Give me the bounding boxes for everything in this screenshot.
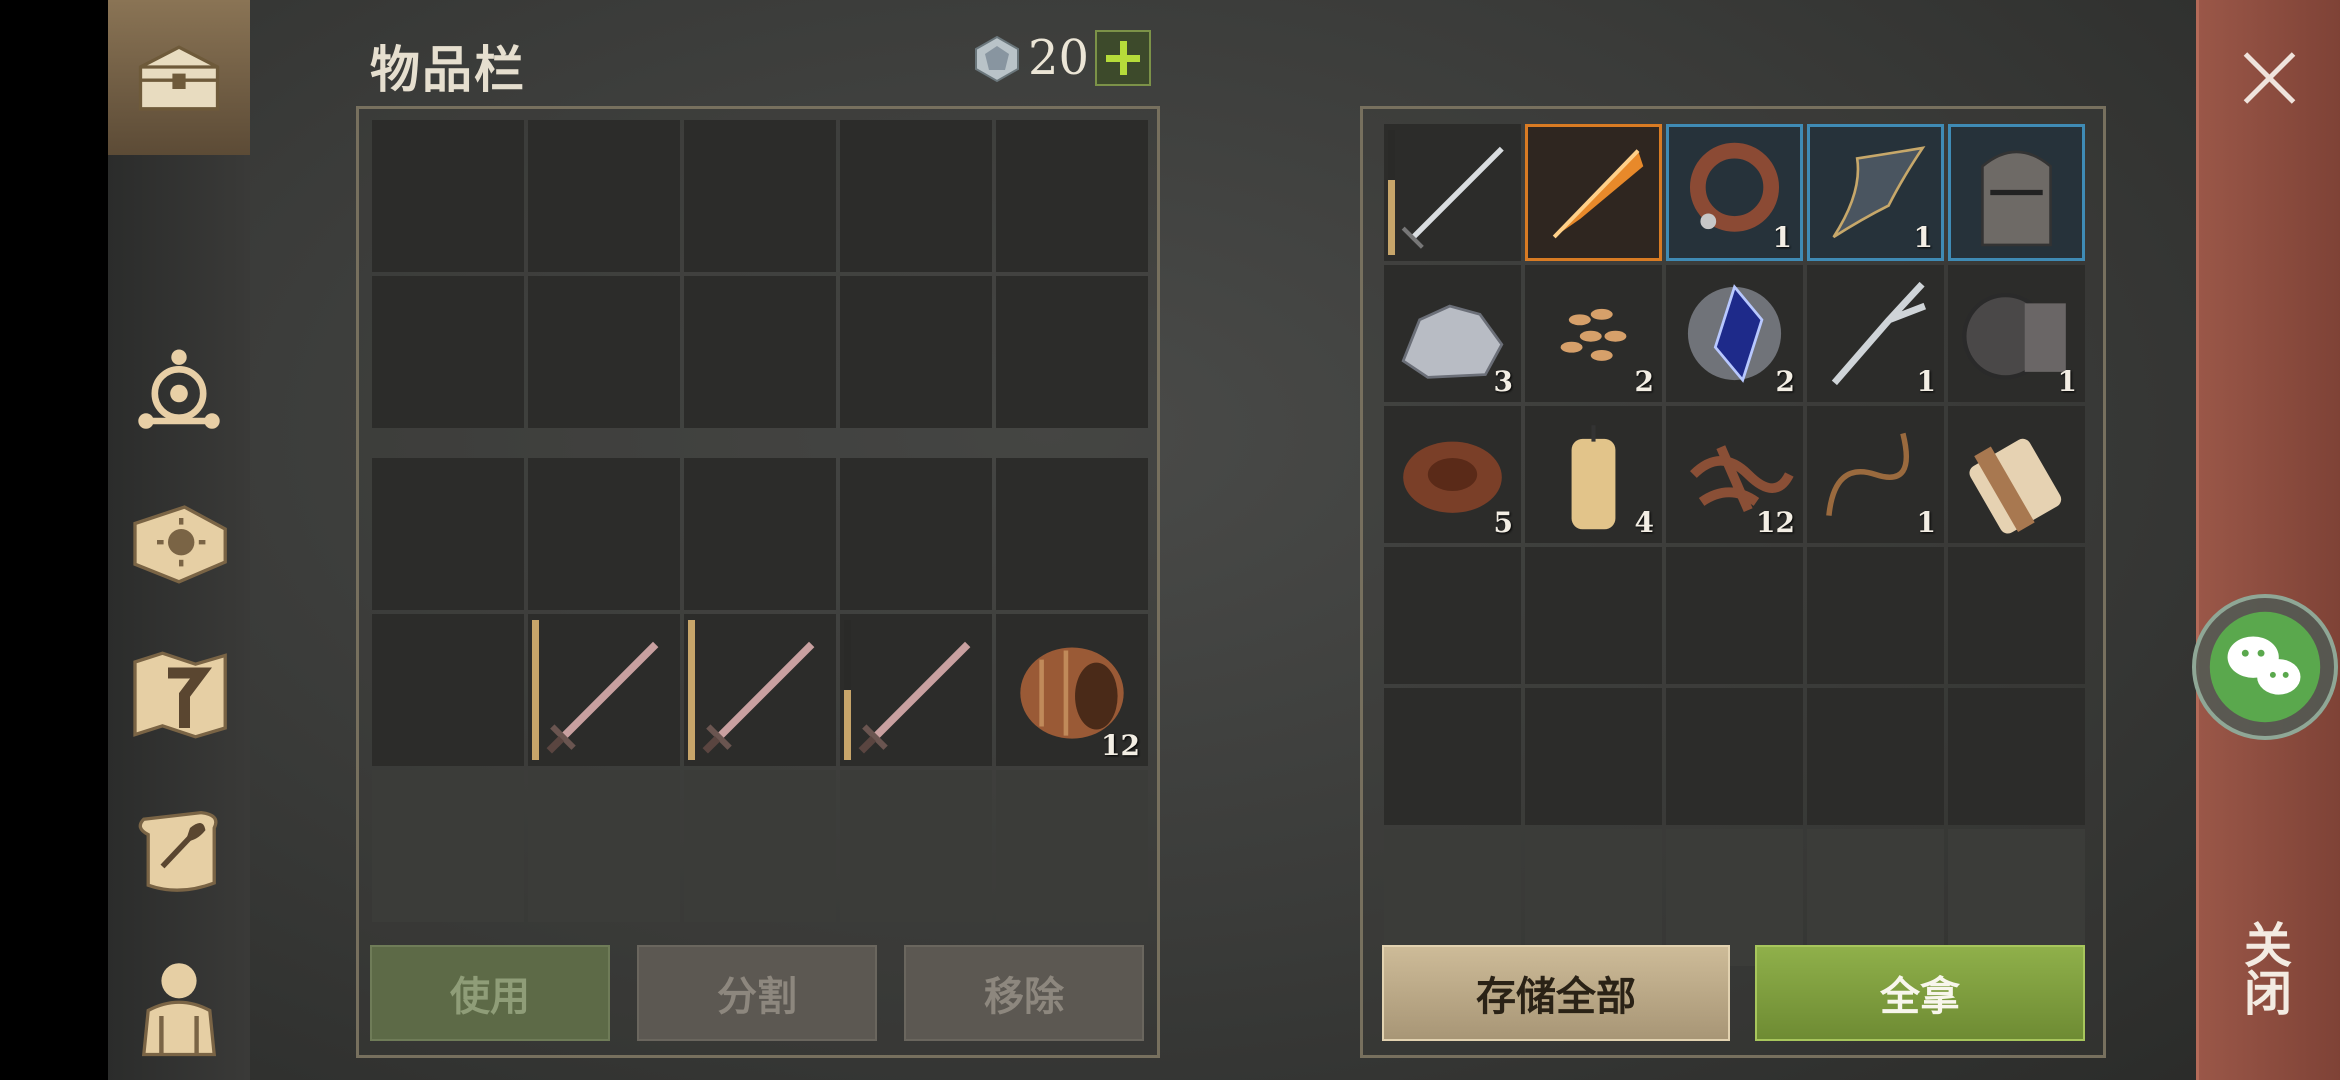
- storage-slot[interactable]: [1525, 547, 1662, 684]
- backpack-slot[interactable]: [528, 770, 680, 922]
- nav-inventory[interactable]: [108, 0, 250, 155]
- close-label[interactable]: 关闭: [2235, 920, 2298, 1016]
- storage-grid: 1 1 3 2 2 1 1 5 4 12 1: [1384, 124, 2085, 966]
- skill-book-icon: [133, 505, 227, 584]
- storage-slot[interactable]: [1948, 547, 2085, 684]
- storage-slot[interactable]: 4: [1525, 406, 1662, 543]
- map-icon: [133, 651, 227, 739]
- equipment-grid: [372, 120, 1148, 428]
- equipment-slot[interactable]: [840, 276, 992, 428]
- storage-slot[interactable]: [1666, 547, 1803, 684]
- backpack-slot[interactable]: [840, 614, 992, 766]
- wechat-icon: [2209, 611, 2321, 723]
- backpack-grid: 12: [372, 458, 1148, 922]
- backpack-slot[interactable]: [528, 458, 680, 610]
- backpack-slot[interactable]: [684, 770, 836, 922]
- knight-helmet-icon: [1981, 150, 2052, 247]
- backpack-slot[interactable]: 12: [996, 614, 1148, 766]
- storage-slot[interactable]: [1807, 547, 1944, 684]
- sword-icon: [858, 641, 971, 754]
- flame-sword-icon: [1552, 149, 1644, 239]
- backpack-slot[interactable]: [372, 770, 524, 922]
- page-title: 物品栏: [370, 41, 526, 99]
- close-strip[interactable]: [2196, 0, 2340, 1080]
- storage-slot[interactable]: 2: [1525, 265, 1662, 402]
- equipment-slot[interactable]: [840, 120, 992, 272]
- storage-slot[interactable]: 5: [1384, 406, 1521, 543]
- item-count: 4: [1634, 506, 1654, 539]
- storage-slot[interactable]: 2: [1666, 265, 1803, 402]
- store-all-button[interactable]: 存储全部: [1382, 945, 1730, 1041]
- equipment-slot[interactable]: [684, 276, 836, 428]
- add-gems-button[interactable]: [1095, 30, 1151, 86]
- storage-slot[interactable]: [1948, 406, 2085, 543]
- item-count: 1: [1916, 506, 1936, 539]
- backpack-slot[interactable]: [528, 614, 680, 766]
- crafting-icon: [138, 349, 220, 429]
- storage-slot[interactable]: [1948, 688, 2085, 825]
- backpack-slot[interactable]: [996, 770, 1148, 922]
- item-count: 5: [1493, 506, 1513, 539]
- scroll-quill-icon: [138, 810, 218, 892]
- backpack-slot[interactable]: [684, 614, 836, 766]
- equipment-slot[interactable]: [528, 120, 680, 272]
- item-count: 1: [1916, 365, 1936, 398]
- close-icon[interactable]: [2240, 48, 2300, 108]
- storage-slot[interactable]: [1525, 124, 1662, 261]
- gem-count: 20: [1028, 30, 1090, 86]
- nav-skills[interactable]: [108, 470, 250, 610]
- scroll-bundle-icon: [1969, 438, 2062, 534]
- item-count: 2: [1634, 365, 1654, 398]
- equipment-slot[interactable]: [684, 120, 836, 272]
- storage-slot[interactable]: [1525, 688, 1662, 825]
- equipment-slot[interactable]: [996, 276, 1148, 428]
- storage-slot[interactable]: 1: [1666, 124, 1803, 261]
- character-icon: [141, 963, 217, 1057]
- remove-button[interactable]: 移除: [904, 945, 1144, 1041]
- storage-slot[interactable]: [1948, 124, 2085, 261]
- item-count: 12: [1101, 729, 1140, 762]
- equipment-slot[interactable]: [372, 120, 524, 272]
- nav-character[interactable]: [108, 935, 250, 1075]
- storage-slot[interactable]: [1384, 124, 1521, 261]
- left-nav: [108, 0, 250, 1080]
- storage-slot[interactable]: [1807, 688, 1944, 825]
- backpack-slot[interactable]: [840, 458, 992, 610]
- item-count: 12: [1756, 506, 1795, 539]
- storage-slot[interactable]: 1: [1948, 265, 2085, 402]
- backpack-slot[interactable]: [996, 458, 1148, 610]
- equipment-slot[interactable]: [528, 276, 680, 428]
- storage-slot[interactable]: 12: [1666, 406, 1803, 543]
- storage-slot[interactable]: 1: [1807, 406, 1944, 543]
- chest-icon: [138, 44, 220, 110]
- item-count: 3: [1493, 365, 1513, 398]
- use-button[interactable]: 使用: [370, 945, 610, 1041]
- sword-icon: [702, 641, 815, 754]
- nav-map[interactable]: [108, 625, 250, 765]
- storage-slot[interactable]: [1384, 547, 1521, 684]
- equipment-slot[interactable]: [372, 276, 524, 428]
- equipment-slot[interactable]: [996, 120, 1148, 272]
- sword-icon: [546, 641, 659, 754]
- item-count: 1: [2057, 365, 2077, 398]
- storage-slot[interactable]: [1666, 688, 1803, 825]
- nav-journal[interactable]: [108, 780, 250, 920]
- take-all-button[interactable]: 全拿: [1755, 945, 2085, 1041]
- wechat-float-button[interactable]: [2192, 594, 2338, 740]
- steel-sword-icon: [1401, 146, 1504, 249]
- backpack-slot[interactable]: [372, 614, 524, 766]
- backpack-slot[interactable]: [840, 770, 992, 922]
- backpack-slot[interactable]: [372, 458, 524, 610]
- item-count: 1: [1913, 221, 1933, 254]
- nav-crafting[interactable]: [108, 318, 250, 458]
- storage-slot[interactable]: 1: [1807, 265, 1944, 402]
- gem-icon: [975, 35, 1019, 83]
- item-count: 2: [1775, 365, 1795, 398]
- split-button[interactable]: 分割: [637, 945, 877, 1041]
- item-count: 1: [1772, 221, 1792, 254]
- storage-slot[interactable]: 3: [1384, 265, 1521, 402]
- storage-slot[interactable]: [1384, 688, 1521, 825]
- storage-slot[interactable]: 1: [1807, 124, 1944, 261]
- backpack-slot[interactable]: [684, 458, 836, 610]
